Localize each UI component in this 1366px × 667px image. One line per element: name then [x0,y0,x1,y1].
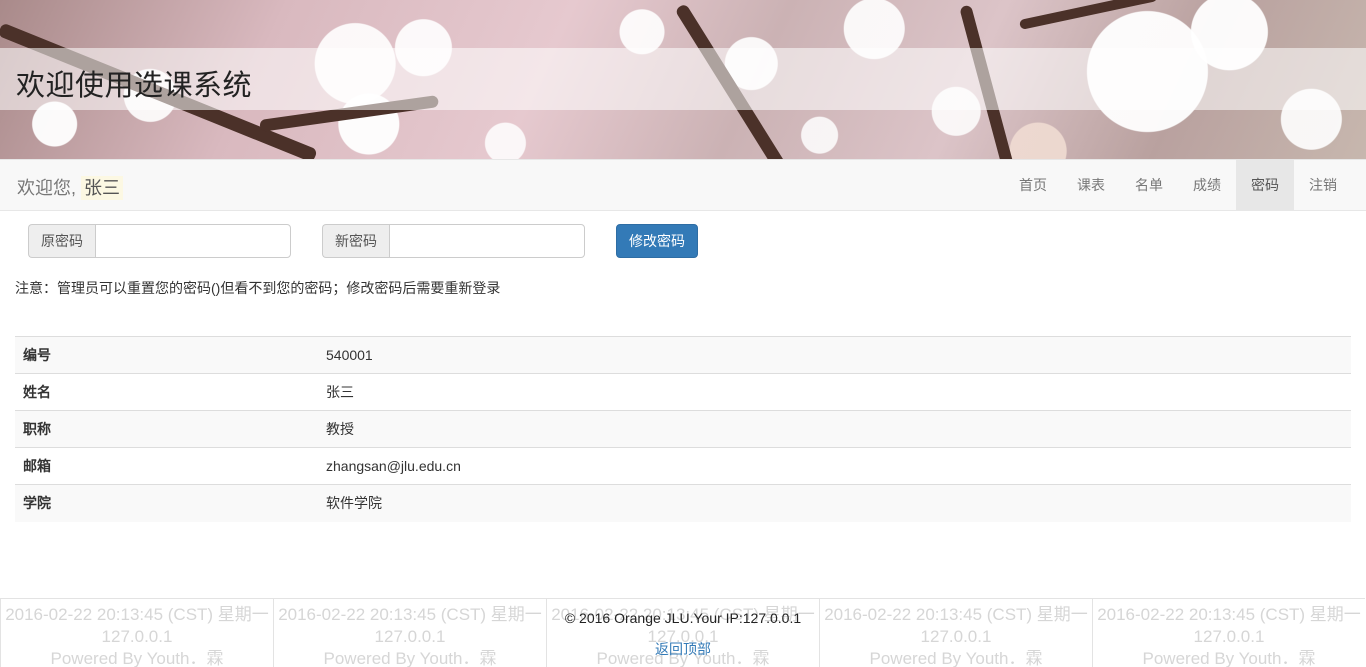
profile-key: 姓名 [15,373,318,411]
copyright-text: © 2016 Orange JLU.Your IP:127.0.0.1 [564,610,802,626]
password-note: 注意：管理员可以重置您的密码()但看不到您的密码；修改密码后需要重新登录 [15,280,501,296]
table-row: 职称 教授 [15,410,1351,448]
old-password-label: 原密码 [28,224,95,258]
back-to-top-link[interactable]: 返回顶部 [0,639,1366,659]
profile-key: 学院 [15,484,318,522]
nav-link-grades[interactable]: 成绩 [1178,160,1236,210]
profile-value: 教授 [318,410,1351,448]
title-bar: 欢迎使用选课系统 [0,48,1366,110]
profile-value: zhangsan@jlu.edu.cn [318,447,1351,485]
nav-link-home[interactable]: 首页 [1004,160,1062,210]
old-password-input[interactable] [95,224,291,258]
username-badge: 张三 [81,176,124,200]
new-password-input[interactable] [389,224,585,258]
old-password-group: 原密码 [28,224,291,258]
profile-key: 邮箱 [15,447,318,485]
nav-link-roster[interactable]: 名单 [1120,160,1178,210]
profile-table: 编号 540001 姓名 张三 职称 教授 邮箱 zhangsan@jlu.ed… [15,336,1351,522]
header-banner: 欢迎使用选课系统 [0,0,1366,159]
profile-value: 软件学院 [318,484,1351,522]
table-row: 邮箱 zhangsan@jlu.edu.cn [15,447,1351,485]
new-password-group: 新密码 [322,224,585,258]
profile-value: 张三 [318,373,1351,411]
welcome-prefix: 欢迎您, [17,178,77,198]
table-row: 姓名 张三 [15,373,1351,411]
nav-link-schedule[interactable]: 课表 [1062,160,1120,210]
change-password-button[interactable]: 修改密码 [616,224,698,258]
profile-key: 编号 [15,336,318,374]
new-password-label: 新密码 [322,224,389,258]
table-row: 学院 软件学院 [15,484,1351,522]
page-title: 欢迎使用选课系统 [16,68,253,102]
profile-value: 540001 [318,336,1351,374]
welcome-message: 欢迎您, 张三 [17,174,124,200]
profile-key: 职称 [15,410,318,448]
nav-menu: 首页 课表 名单 成绩 密码 注销 [1004,160,1352,210]
nav-link-logout[interactable]: 注销 [1294,160,1352,210]
navbar: 欢迎您, 张三 首页 课表 名单 成绩 密码 注销 [0,159,1366,211]
banner-branch [1018,0,1158,30]
table-row: 编号 540001 [15,336,1351,374]
nav-link-password[interactable]: 密码 [1236,160,1294,210]
